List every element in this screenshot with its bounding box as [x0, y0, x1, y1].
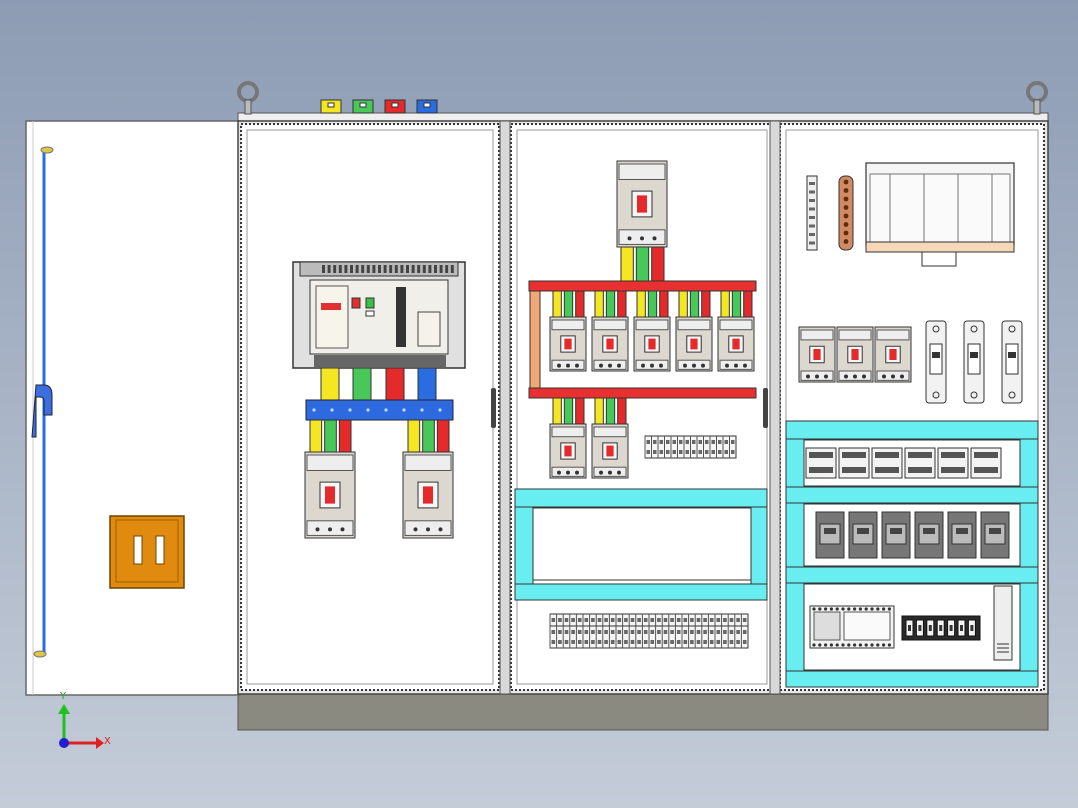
feeder-mccb-body — [591, 316, 629, 372]
cabinet-plinth — [237, 691, 1049, 731]
feeder-mccb-body — [717, 316, 755, 372]
door-socket-outlet — [109, 515, 185, 589]
module-a-4 — [904, 447, 936, 479]
lower-mccb-body — [549, 423, 587, 479]
incoming-mccb — [616, 160, 668, 248]
electrical-cabinet-drawing: X Y — [0, 0, 1078, 808]
feeder-breaker-5 — [717, 290, 755, 372]
module-b-3 — [881, 511, 911, 559]
section2-feeder-breakers — [549, 290, 755, 372]
fuse-holder-2 — [963, 320, 985, 404]
module-b-4 — [914, 511, 944, 559]
phase-marker-l3 — [384, 99, 406, 114]
relay-terminal-2 — [915, 619, 924, 637]
cad-model-view: X Y — [0, 0, 1078, 808]
phase-marker-n — [416, 99, 438, 114]
outgoing-breaker-1 — [304, 419, 356, 539]
small-breaker-1 — [798, 326, 836, 383]
module-a-3 — [871, 447, 903, 479]
module-b-1 — [815, 511, 845, 559]
feeder-breaker-3 — [633, 290, 671, 372]
axis-y-label: Y — [59, 691, 67, 702]
lower-mccb-body — [591, 423, 629, 479]
outgoing-breaker-2 — [402, 419, 454, 539]
feeder-mccb-body — [549, 316, 587, 372]
fuse-holder-1 — [925, 320, 947, 404]
relay-terminal-7 — [967, 619, 976, 637]
module-a-1 — [805, 447, 837, 479]
open-door — [25, 120, 241, 696]
main-air-circuit-breaker — [292, 261, 466, 369]
relay-terminal-1 — [905, 619, 914, 637]
section3-terminal-cover — [865, 162, 1015, 267]
axis-x-label: X — [104, 736, 111, 747]
section3-small-breakers — [798, 326, 912, 383]
relay-terminal-3 — [926, 619, 935, 637]
fuse-holder-3 — [1001, 320, 1023, 404]
module-a-6 — [970, 447, 1002, 479]
section3-fuse-holders — [925, 320, 1023, 404]
feeder-breaker-2 — [591, 290, 629, 372]
section2-incoming-breaker — [616, 160, 668, 282]
relay-terminal-4 — [936, 619, 945, 637]
phase-marker-l2 — [352, 99, 374, 114]
feeder-breaker-4 — [675, 290, 713, 372]
relay-terminal-5 — [947, 619, 956, 637]
module-b-5 — [947, 511, 977, 559]
feeder-mccb-body — [675, 316, 713, 372]
feeder-mccb-body — [633, 316, 671, 372]
lower-breaker-1 — [549, 397, 587, 479]
small-breaker-2 — [836, 326, 874, 383]
small-breaker-3 — [874, 326, 912, 383]
module-b-6 — [980, 511, 1010, 559]
terminal-row-lower-2 — [549, 625, 749, 649]
mccb-body — [402, 451, 454, 539]
phase-marker-l1 — [320, 99, 342, 114]
mccb-body — [304, 451, 356, 539]
terminal-row-upper — [644, 435, 737, 459]
lower-breaker-2 — [591, 397, 629, 479]
relay-terminal-6 — [957, 619, 966, 637]
module-b-2 — [848, 511, 878, 559]
module-a-2 — [838, 447, 870, 479]
feeder-breaker-1 — [549, 290, 587, 372]
module-a-5 — [937, 447, 969, 479]
